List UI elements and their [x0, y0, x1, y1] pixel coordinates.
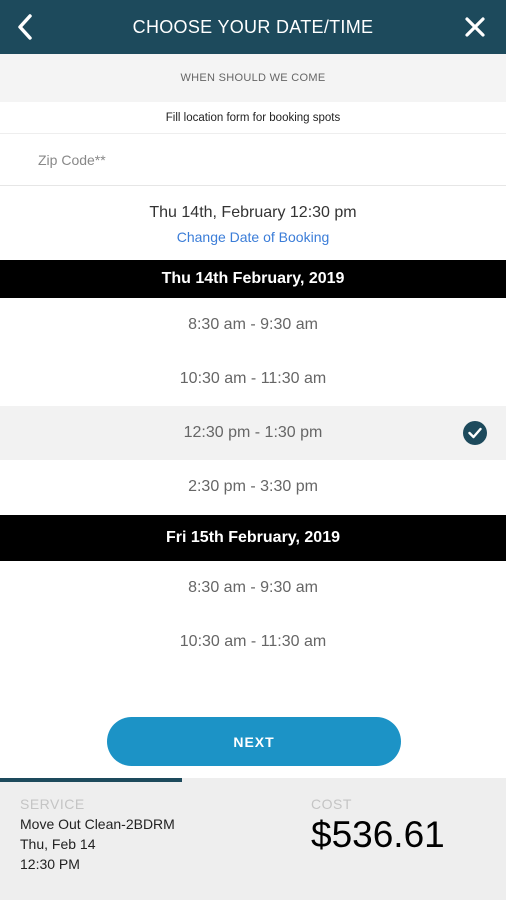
time-slot-label: 8:30 am - 9:30 am — [188, 579, 318, 596]
chevron-left-icon — [18, 14, 32, 40]
time-slot[interactable]: 8:30 am - 9:30 am — [0, 298, 506, 352]
time-slot-label: 2:30 pm - 3:30 pm — [188, 478, 318, 495]
service-time: 12:30 PM — [20, 856, 80, 872]
time-slot-selected[interactable]: 12:30 pm - 1:30 pm — [0, 406, 506, 460]
time-slot[interactable]: 10:30 am - 11:30 am — [0, 615, 506, 669]
next-button[interactable]: NEXT — [107, 717, 401, 766]
progress-bar-fill — [0, 778, 183, 782]
zip-code-input[interactable] — [0, 134, 506, 185]
time-slot-label: 10:30 am - 11:30 am — [179, 370, 327, 387]
checkmark-icon — [463, 421, 487, 445]
cost-label: COST — [311, 796, 352, 812]
page-title: CHOOSE YOUR DATE/TIME — [132, 16, 374, 37]
day-header: Fri 15th February, 2019 — [0, 515, 506, 561]
time-slot[interactable]: 2:30 pm - 3:30 pm — [0, 460, 506, 514]
time-slot-label: 12:30 pm - 1:30 pm — [183, 424, 323, 441]
fill-location-notice: Fill location form for booking spots — [0, 102, 506, 134]
service-label: SERVICE — [20, 796, 85, 812]
close-button[interactable] — [460, 9, 490, 45]
back-button[interactable] — [10, 9, 40, 45]
selected-datetime: Thu 14th, February 12:30 pm — [149, 204, 357, 221]
close-icon — [465, 17, 485, 37]
app-header: CHOOSE YOUR DATE/TIME — [0, 0, 506, 54]
time-slot-label: 10:30 am - 11:30 am — [179, 633, 327, 650]
time-slot-label: 8:30 am - 9:30 am — [188, 316, 318, 333]
cost-value: $536.61 — [311, 814, 445, 855]
service-name: Move Out Clean-2BDRM — [20, 816, 175, 832]
service-date: Thu, Feb 14 — [20, 836, 96, 852]
zip-code-row — [0, 134, 506, 186]
booking-summary-footer: SERVICE Move Out Clean-2BDRM Thu, Feb 14… — [0, 778, 506, 900]
progress-bar — [0, 778, 506, 782]
change-date-link[interactable]: Change Date of Booking — [0, 229, 506, 245]
day-header: Thu 14th February, 2019 — [0, 260, 506, 298]
when-banner: WHEN SHOULD WE COME — [0, 54, 506, 102]
time-slot[interactable]: 10:30 am - 11:30 am — [0, 352, 506, 406]
time-slot[interactable]: 8:30 am - 9:30 am — [0, 561, 506, 615]
